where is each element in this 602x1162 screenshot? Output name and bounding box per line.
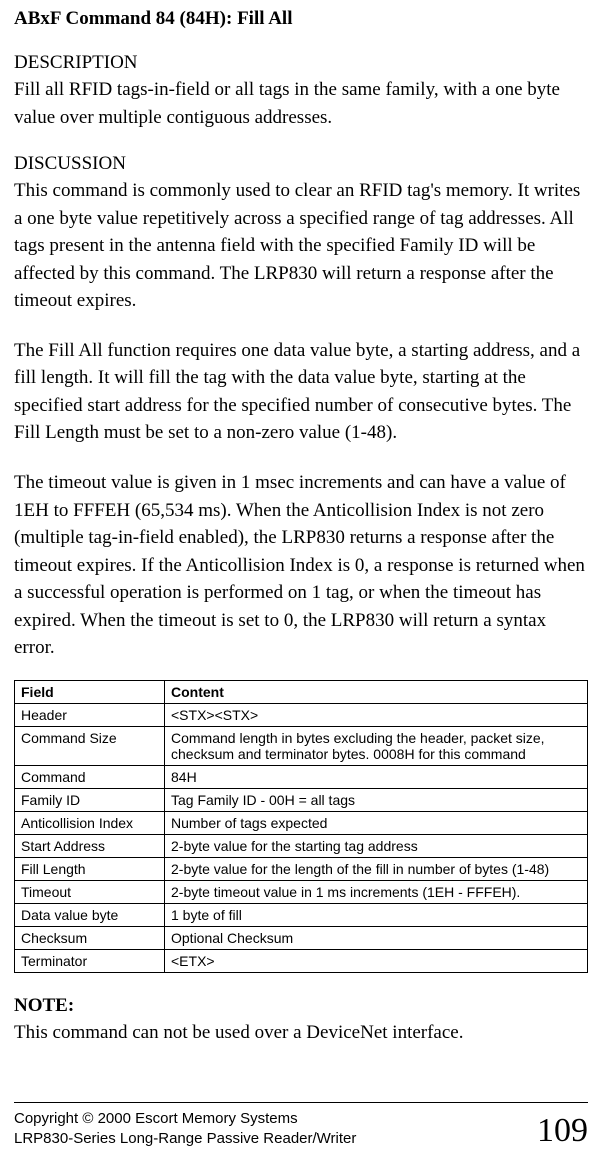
th-field: Field <box>15 680 165 703</box>
table-row: ChecksumOptional Checksum <box>15 926 588 949</box>
table-row: Anticollision IndexNumber of tags expect… <box>15 811 588 834</box>
cell-field: Timeout <box>15 880 165 903</box>
table-row: Data value byte1 byte of fill <box>15 903 588 926</box>
table-row: Command SizeCommand length in bytes excl… <box>15 726 588 765</box>
cell-field: Header <box>15 703 165 726</box>
cell-field: Family ID <box>15 788 165 811</box>
cell-field: Fill Length <box>15 857 165 880</box>
cell-field: Command <box>15 765 165 788</box>
cell-content: 84H <box>165 765 588 788</box>
cell-field: Anticollision Index <box>15 811 165 834</box>
command-table: Field Content Header<STX><STX> Command S… <box>14 680 588 973</box>
cell-content: Number of tags expected <box>165 811 588 834</box>
table-row: Header<STX><STX> <box>15 703 588 726</box>
note-label: NOTE: <box>14 995 588 1017</box>
cell-content: <ETX> <box>165 949 588 972</box>
table-row: Timeout2-byte timeout value in 1 ms incr… <box>15 880 588 903</box>
cell-content: 1 byte of fill <box>165 903 588 926</box>
note-text: This command can not be used over a Devi… <box>14 1019 588 1047</box>
footer-left: Copyright © 2000 Escort Memory Systems L… <box>14 1109 356 1148</box>
table-row: Command84H <box>15 765 588 788</box>
description-text: Fill all RFID tags-in-field or all tags … <box>14 76 588 131</box>
cell-field: Data value byte <box>15 903 165 926</box>
cell-field: Checksum <box>15 926 165 949</box>
table-row: Terminator<ETX> <box>15 949 588 972</box>
cell-content: 2-byte timeout value in 1 ms increments … <box>165 880 588 903</box>
cell-content: <STX><STX> <box>165 703 588 726</box>
copyright-line: Copyright © 2000 Escort Memory Systems <box>14 1109 356 1129</box>
discussion-label: DISCUSSION <box>14 153 588 175</box>
discussion-p3: The timeout value is given in 1 msec inc… <box>14 469 588 662</box>
product-line: LRP830-Series Long-Range Passive Reader/… <box>14 1129 356 1149</box>
table-header-row: Field Content <box>15 680 588 703</box>
cell-content: 2-byte value for the starting tag addres… <box>165 834 588 857</box>
table-row: Family IDTag Family ID - 00H = all tags <box>15 788 588 811</box>
page-footer: Copyright © 2000 Escort Memory Systems L… <box>14 1102 588 1148</box>
cell-field: Command Size <box>15 726 165 765</box>
th-content: Content <box>165 680 588 703</box>
page-number: 109 <box>537 1114 588 1148</box>
cell-content: Tag Family ID - 00H = all tags <box>165 788 588 811</box>
table-row: Start Address2-byte value for the starti… <box>15 834 588 857</box>
discussion-p1: This command is commonly used to clear a… <box>14 177 588 315</box>
cell-content: 2-byte value for the length of the fill … <box>165 857 588 880</box>
cell-content: Command length in bytes excluding the he… <box>165 726 588 765</box>
cell-content: Optional Checksum <box>165 926 588 949</box>
cell-field: Start Address <box>15 834 165 857</box>
page-title: ABxF Command 84 (84H): Fill All <box>14 8 588 30</box>
description-label: DESCRIPTION <box>14 52 588 74</box>
table-row: Fill Length2-byte value for the length o… <box>15 857 588 880</box>
discussion-p2: The Fill All function requires one data … <box>14 337 588 447</box>
cell-field: Terminator <box>15 949 165 972</box>
